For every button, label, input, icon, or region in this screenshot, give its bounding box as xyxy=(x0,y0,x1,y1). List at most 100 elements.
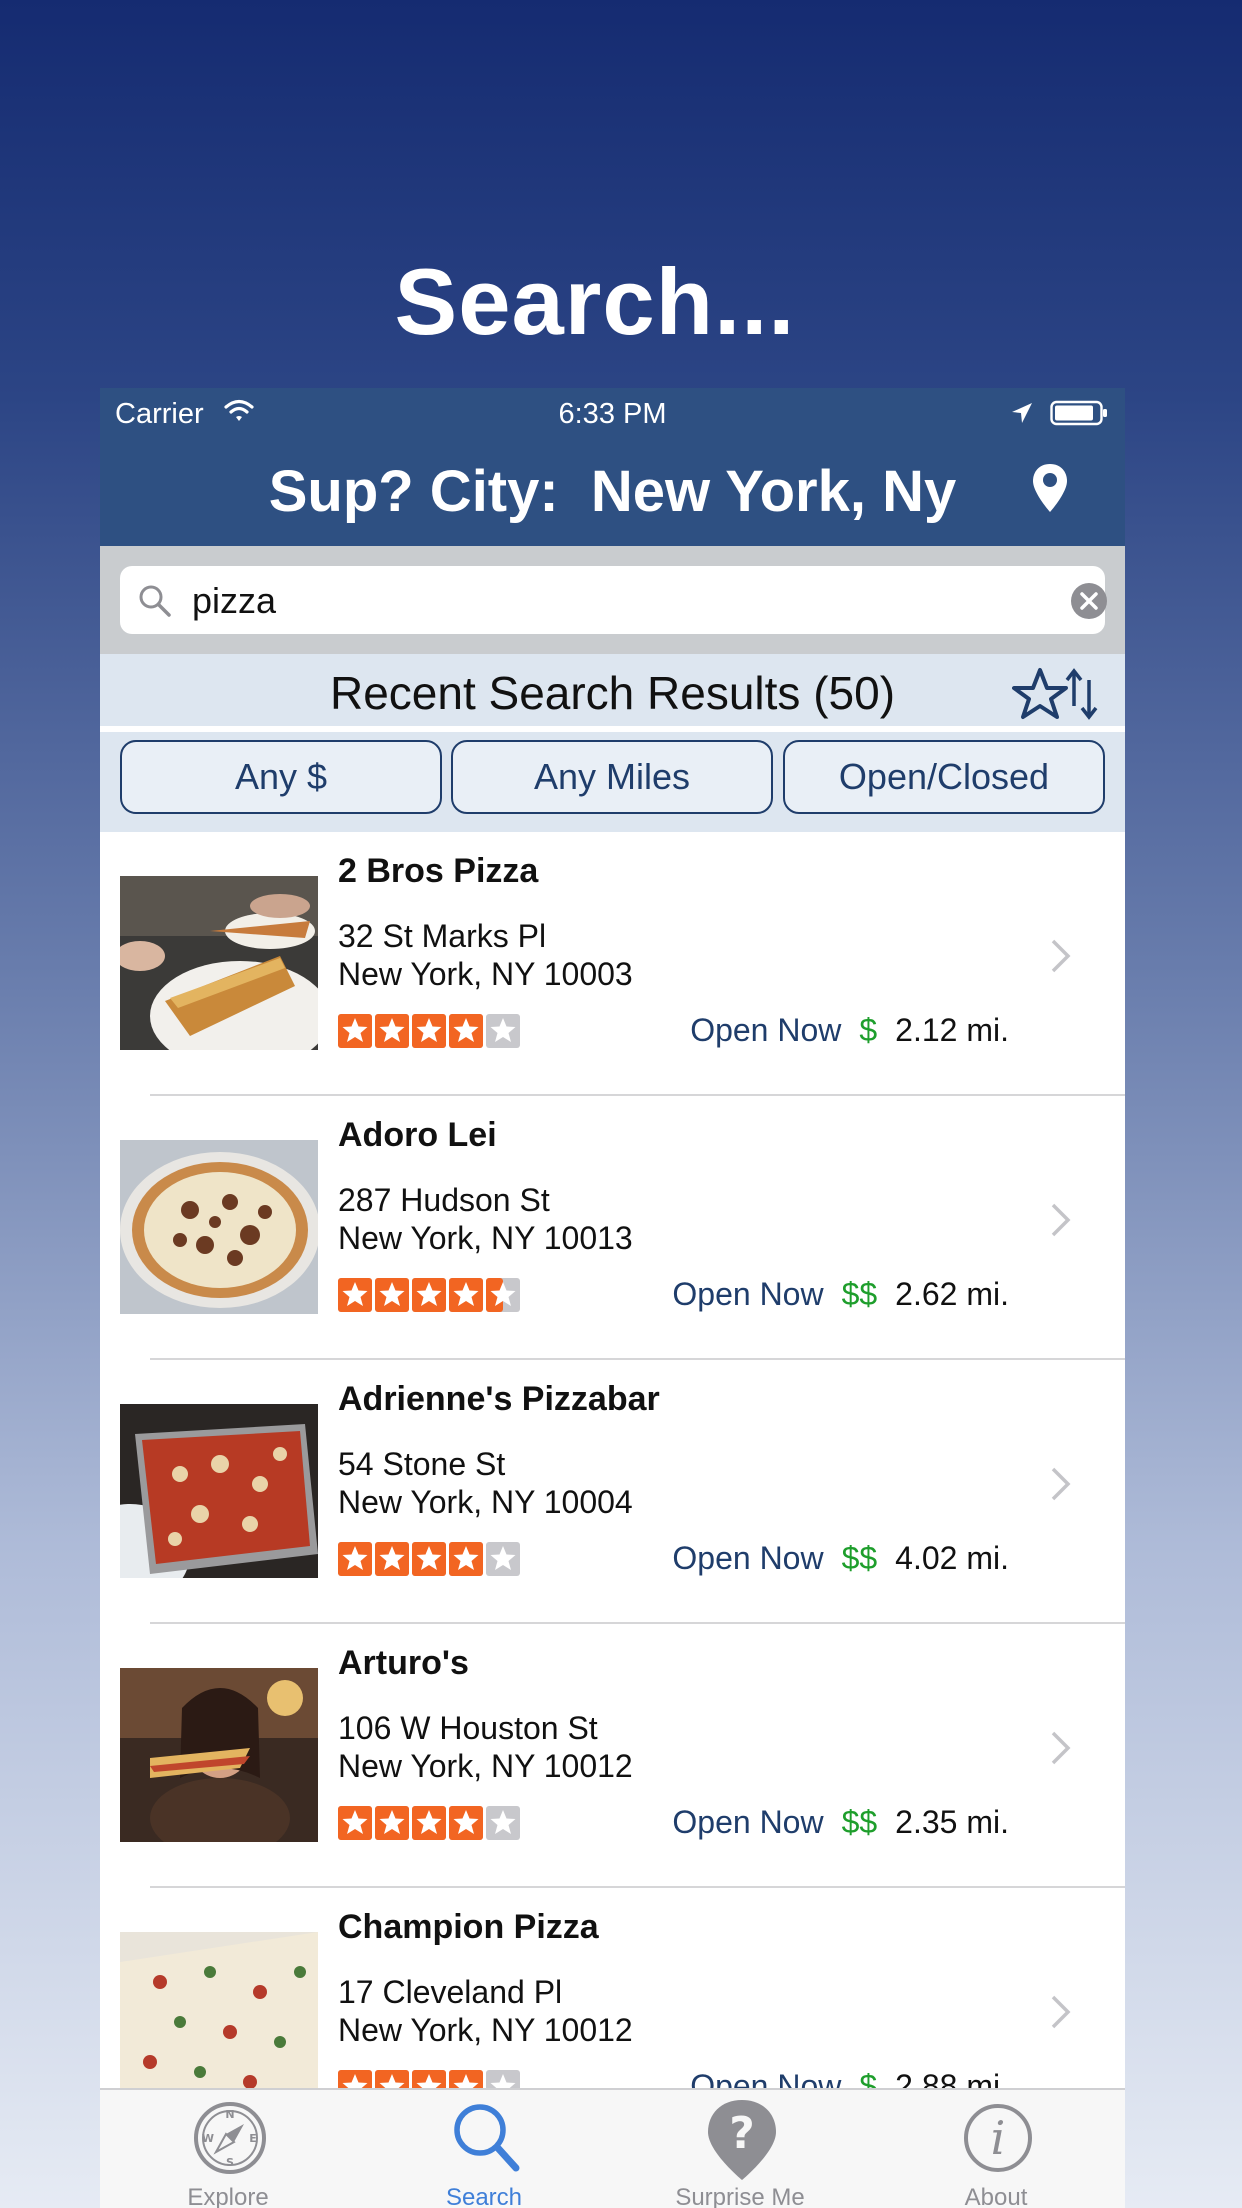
price-level: $$ xyxy=(841,1540,878,1576)
results-list: 2 Bros Pizza 32 St Marks Pl New York, NY… xyxy=(100,832,1125,2152)
restaurant-address-street: 17 Cleveland Pl xyxy=(338,1974,563,2010)
open-closed-filter-button[interactable]: Open/Closed xyxy=(783,740,1105,814)
star-icon xyxy=(449,1014,483,1048)
status-time: 6:33 PM xyxy=(558,398,667,430)
restaurant-name: Adrienne's Pizzabar xyxy=(338,1380,660,1418)
nav-header: Carrier 6:33 PM Sup? City: New York, Ny xyxy=(100,388,1125,546)
restaurant-address-street: 287 Hudson St xyxy=(338,1182,550,1218)
star-icon xyxy=(412,1278,446,1312)
tab-label: Explore xyxy=(187,2184,269,2208)
star-icon xyxy=(486,1806,520,1840)
star-icon xyxy=(375,1542,409,1576)
results-header: Recent Search Results (50) xyxy=(100,654,1125,726)
star-icon xyxy=(338,1542,372,1576)
restaurant-address-street: 32 St Marks Pl xyxy=(338,918,547,954)
star-rating xyxy=(338,1806,523,1840)
restaurant-address-street: 106 W Houston St xyxy=(338,1710,598,1746)
star-rating xyxy=(338,1014,523,1048)
tab-surprise-me[interactable]: ? Surprise Me xyxy=(612,2090,868,2208)
star-icon xyxy=(449,1278,483,1312)
restaurant-address-city: New York, NY 10004 xyxy=(338,1484,633,1520)
star-icon xyxy=(375,1278,409,1312)
star-rating xyxy=(338,1278,523,1312)
restaurant-address-city: New York, NY 10012 xyxy=(338,1748,633,1784)
sort-favorites-icon[interactable] xyxy=(1012,666,1100,727)
price-level: $$ xyxy=(841,1804,878,1840)
list-item[interactable]: 2 Bros Pizza 32 St Marks Pl New York, NY… xyxy=(100,832,1125,1096)
tab-about[interactable]: i About xyxy=(868,2090,1124,2208)
svg-text:W: W xyxy=(202,2132,214,2145)
distance: 2.62 mi. xyxy=(895,1276,1009,1312)
restaurant-name: Arturo's xyxy=(338,1644,469,1682)
promo-title: Search... xyxy=(394,249,796,354)
restaurant-name: 2 Bros Pizza xyxy=(338,852,539,890)
chevron-right-icon xyxy=(1050,1202,1072,1243)
star-icon xyxy=(338,1806,372,1840)
open-status: Open Now xyxy=(672,1804,824,1840)
distance: 4.02 mi. xyxy=(895,1540,1009,1576)
restaurant-address-city: New York, NY 10003 xyxy=(338,956,633,992)
star-icon xyxy=(449,1542,483,1576)
restaurant-address-city: New York, NY 10013 xyxy=(338,1220,633,1256)
svg-text:?: ? xyxy=(729,2108,755,2159)
location-arrow-icon xyxy=(1010,400,1034,433)
search-area xyxy=(100,546,1125,654)
star-icon xyxy=(486,1278,520,1312)
star-icon xyxy=(449,1806,483,1840)
results-title: Recent Search Results (50) xyxy=(329,667,896,719)
phone-screen: Carrier 6:33 PM Sup? City: New York, Ny … xyxy=(100,388,1125,2208)
restaurant-photo xyxy=(120,1932,318,2106)
star-icon xyxy=(412,1014,446,1048)
clear-search-icon[interactable] xyxy=(1070,582,1108,625)
search-icon xyxy=(448,2098,524,2183)
restaurant-photo xyxy=(120,1404,318,1578)
chevron-right-icon xyxy=(1050,1730,1072,1771)
star-icon xyxy=(338,1014,372,1048)
star-icon xyxy=(412,1542,446,1576)
svg-text:N: N xyxy=(225,2108,234,2121)
tab-label: About xyxy=(964,2184,1028,2208)
svg-text:E: E xyxy=(249,2132,257,2145)
restaurant-address-city: New York, NY 10012 xyxy=(338,2012,633,2048)
search-glass-icon xyxy=(138,584,172,623)
restaurant-meta: Open Now $$ 2.35 mi. xyxy=(672,1804,1009,1841)
question-pin-icon: ? xyxy=(704,2098,780,2187)
tab-bar: N S W E Explore Search ? Surprise Me i A… xyxy=(100,2088,1125,2208)
star-icon xyxy=(412,1806,446,1840)
star-icon xyxy=(338,1278,372,1312)
compass-icon: N S W E xyxy=(192,2098,268,2183)
search-input[interactable] xyxy=(192,580,992,622)
search-field[interactable] xyxy=(120,566,1108,634)
tab-search[interactable]: Search xyxy=(356,2090,612,2208)
open-status: Open Now xyxy=(672,1276,824,1312)
distance: 2.12 mi. xyxy=(895,1012,1009,1048)
price-level: $ xyxy=(859,1012,878,1048)
svg-text:i: i xyxy=(991,2111,1006,2165)
star-icon xyxy=(375,1806,409,1840)
list-item[interactable]: Adoro Lei 287 Hudson St New York, NY 100… xyxy=(100,1096,1125,1360)
status-bar: Carrier 6:33 PM xyxy=(100,388,1125,438)
distance-filter-button[interactable]: Any Miles xyxy=(451,740,773,814)
chevron-right-icon xyxy=(1050,1466,1072,1507)
restaurant-photo xyxy=(120,876,318,1050)
distance: 2.35 mi. xyxy=(895,1804,1009,1840)
open-status: Open Now xyxy=(690,1012,842,1048)
price-filter-button[interactable]: Any $ xyxy=(120,740,442,814)
list-item[interactable]: Arturo's 106 W Houston St New York, NY 1… xyxy=(100,1624,1125,1888)
tab-label: Surprise Me xyxy=(675,2184,805,2208)
restaurant-meta: Open Now $$ 2.62 mi. xyxy=(672,1276,1009,1313)
restaurant-photo xyxy=(120,1140,318,1314)
map-pin-icon[interactable] xyxy=(1030,462,1070,521)
restaurant-meta: Open Now $2.12 mi. xyxy=(690,1012,1009,1049)
star-icon xyxy=(486,1542,520,1576)
filter-bar: Any $ Any Miles Open/Closed xyxy=(100,732,1125,832)
restaurant-meta: Open Now $$ 4.02 mi. xyxy=(672,1540,1009,1577)
battery-icon xyxy=(1050,400,1110,434)
price-level: $$ xyxy=(841,1276,878,1312)
restaurant-photo xyxy=(120,1668,318,1842)
chevron-right-icon xyxy=(1050,1994,1072,2035)
list-item[interactable]: Adrienne's Pizzabar 54 Stone St New York… xyxy=(100,1360,1125,1624)
restaurant-name: Champion Pizza xyxy=(338,1908,599,1946)
chevron-right-icon xyxy=(1050,938,1072,979)
tab-explore[interactable]: N S W E Explore xyxy=(100,2090,356,2208)
